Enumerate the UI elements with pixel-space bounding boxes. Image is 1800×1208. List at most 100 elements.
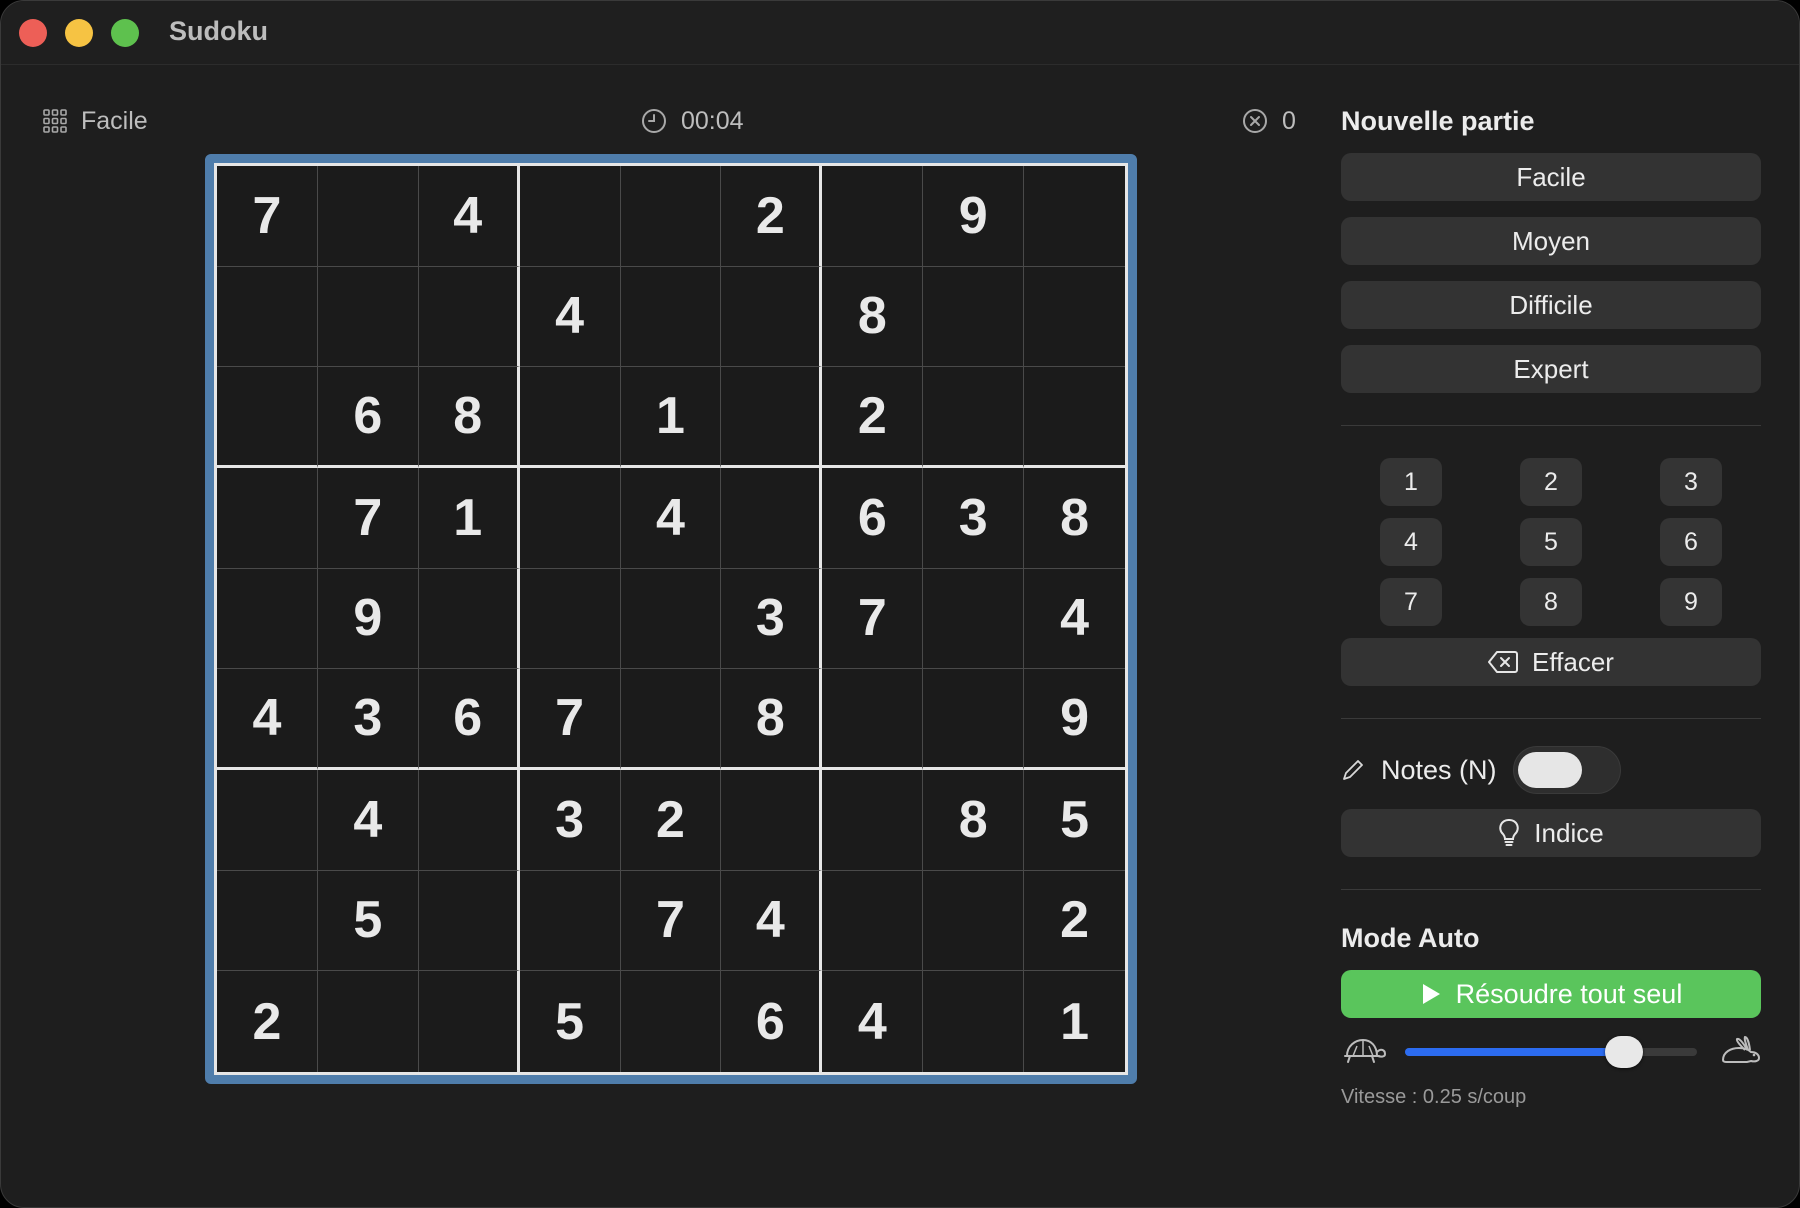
- sudoku-cell-r6c5[interactable]: [620, 669, 722, 770]
- sudoku-cell-r9c5[interactable]: [620, 971, 722, 1072]
- sudoku-cell-r2c1[interactable]: [217, 266, 318, 368]
- sudoku-cell-r6c8[interactable]: [923, 669, 1025, 770]
- sudoku-cell-r6c3[interactable]: 6: [418, 669, 520, 770]
- sudoku-cell-r6c1[interactable]: 4: [217, 669, 318, 770]
- auto-solve-button[interactable]: Résoudre tout seul: [1341, 970, 1761, 1018]
- sudoku-cell-r4c3[interactable]: 1: [418, 467, 520, 569]
- sudoku-cell-r9c1[interactable]: 2: [217, 971, 318, 1072]
- sudoku-cell-r2c8[interactable]: [923, 266, 1025, 368]
- sudoku-cell-r8c8[interactable]: [923, 870, 1025, 972]
- digit-button-1[interactable]: 1: [1380, 458, 1442, 506]
- sudoku-cell-r1c2[interactable]: [317, 166, 419, 267]
- sudoku-cell-r4c4[interactable]: [519, 467, 621, 569]
- sudoku-cell-r2c7[interactable]: 8: [822, 266, 924, 368]
- sudoku-cell-r5c7[interactable]: 7: [822, 568, 924, 670]
- sudoku-cell-r9c6[interactable]: 6: [721, 971, 823, 1072]
- sudoku-cell-r7c9[interactable]: 5: [1024, 769, 1125, 871]
- sudoku-cell-r3c4[interactable]: [519, 367, 621, 468]
- erase-button[interactable]: Effacer: [1341, 638, 1761, 686]
- sudoku-cell-r3c9[interactable]: [1024, 367, 1125, 468]
- sudoku-cell-r8c3[interactable]: [418, 870, 520, 972]
- new-game-medium-button[interactable]: Moyen: [1341, 217, 1761, 265]
- sudoku-cell-r9c8[interactable]: [923, 971, 1025, 1072]
- sudoku-cell-r1c8[interactable]: 9: [923, 166, 1025, 267]
- sudoku-cell-r9c4[interactable]: 5: [519, 971, 621, 1072]
- maximize-window-button[interactable]: [111, 19, 139, 47]
- minimize-window-button[interactable]: [65, 19, 93, 47]
- sudoku-cell-r2c2[interactable]: [317, 266, 419, 368]
- sudoku-cell-r8c7[interactable]: [822, 870, 924, 972]
- sudoku-cell-r9c9[interactable]: 1: [1024, 971, 1125, 1072]
- sudoku-cell-r8c1[interactable]: [217, 870, 318, 972]
- sudoku-cell-r4c8[interactable]: 3: [923, 467, 1025, 569]
- sudoku-cell-r8c6[interactable]: 4: [721, 870, 823, 972]
- sudoku-cell-r3c3[interactable]: 8: [418, 367, 520, 468]
- sudoku-cell-r7c7[interactable]: [822, 769, 924, 871]
- digit-button-6[interactable]: 6: [1660, 518, 1722, 566]
- sudoku-cell-r3c1[interactable]: [217, 367, 318, 468]
- sudoku-cell-r5c2[interactable]: 9: [317, 568, 419, 670]
- digit-button-3[interactable]: 3: [1660, 458, 1722, 506]
- sudoku-cell-r4c2[interactable]: 7: [317, 467, 419, 569]
- sudoku-cell-r7c5[interactable]: 2: [620, 769, 722, 871]
- sudoku-cell-r5c5[interactable]: [620, 568, 722, 670]
- sudoku-cell-r2c3[interactable]: [418, 266, 520, 368]
- sudoku-cell-r1c4[interactable]: [519, 166, 621, 267]
- sudoku-cell-r4c9[interactable]: 8: [1024, 467, 1125, 569]
- sudoku-cell-r3c5[interactable]: 1: [620, 367, 722, 468]
- sudoku-cell-r7c3[interactable]: [418, 769, 520, 871]
- sudoku-cell-r5c8[interactable]: [923, 568, 1025, 670]
- sudoku-cell-r7c2[interactable]: 4: [317, 769, 419, 871]
- sudoku-cell-r6c7[interactable]: [822, 669, 924, 770]
- sudoku-cell-r6c9[interactable]: 9: [1024, 669, 1125, 770]
- sudoku-cell-r3c2[interactable]: 6: [317, 367, 419, 468]
- sudoku-cell-r7c6[interactable]: [721, 769, 823, 871]
- sudoku-cell-r2c9[interactable]: [1024, 266, 1125, 368]
- new-game-expert-button[interactable]: Expert: [1341, 345, 1761, 393]
- sudoku-cell-r3c8[interactable]: [923, 367, 1025, 468]
- digit-button-9[interactable]: 9: [1660, 578, 1722, 626]
- sudoku-cell-r4c7[interactable]: 6: [822, 467, 924, 569]
- sudoku-cell-r5c3[interactable]: [418, 568, 520, 670]
- sudoku-cell-r5c9[interactable]: 4: [1024, 568, 1125, 670]
- sudoku-cell-r1c5[interactable]: [620, 166, 722, 267]
- sudoku-cell-r6c4[interactable]: 7: [519, 669, 621, 770]
- sudoku-cell-r8c2[interactable]: 5: [317, 870, 419, 972]
- sudoku-cell-r7c4[interactable]: 3: [519, 769, 621, 871]
- sudoku-cell-r8c5[interactable]: 7: [620, 870, 722, 972]
- new-game-easy-button[interactable]: Facile: [1341, 153, 1761, 201]
- sudoku-cell-r2c6[interactable]: [721, 266, 823, 368]
- sudoku-cell-r4c5[interactable]: 4: [620, 467, 722, 569]
- digit-button-7[interactable]: 7: [1380, 578, 1442, 626]
- digit-button-8[interactable]: 8: [1520, 578, 1582, 626]
- sudoku-cell-r4c6[interactable]: [721, 467, 823, 569]
- sudoku-cell-r2c5[interactable]: [620, 266, 722, 368]
- sudoku-cell-r1c3[interactable]: 4: [418, 166, 520, 267]
- sudoku-cell-r3c7[interactable]: 2: [822, 367, 924, 468]
- sudoku-cell-r7c8[interactable]: 8: [923, 769, 1025, 871]
- speed-slider-knob[interactable]: [1605, 1036, 1643, 1068]
- hint-button[interactable]: Indice: [1341, 809, 1761, 857]
- sudoku-cell-r5c4[interactable]: [519, 568, 621, 670]
- sudoku-cell-r3c6[interactable]: [721, 367, 823, 468]
- sudoku-cell-r8c9[interactable]: 2: [1024, 870, 1125, 972]
- sudoku-cell-r5c6[interactable]: 3: [721, 568, 823, 670]
- sudoku-cell-r4c1[interactable]: [217, 467, 318, 569]
- notes-toggle[interactable]: [1512, 746, 1621, 794]
- sudoku-cell-r8c4[interactable]: [519, 870, 621, 972]
- digit-button-2[interactable]: 2: [1520, 458, 1582, 506]
- sudoku-cell-r7c1[interactable]: [217, 769, 318, 871]
- new-game-hard-button[interactable]: Difficile: [1341, 281, 1761, 329]
- sudoku-cell-r5c1[interactable]: [217, 568, 318, 670]
- digit-button-5[interactable]: 5: [1520, 518, 1582, 566]
- sudoku-cell-r9c7[interactable]: 4: [822, 971, 924, 1072]
- digit-button-4[interactable]: 4: [1380, 518, 1442, 566]
- sudoku-cell-r1c7[interactable]: [822, 166, 924, 267]
- sudoku-cell-r9c2[interactable]: [317, 971, 419, 1072]
- sudoku-cell-r2c4[interactable]: 4: [519, 266, 621, 368]
- sudoku-cell-r9c3[interactable]: [418, 971, 520, 1072]
- sudoku-cell-r6c2[interactable]: 3: [317, 669, 419, 770]
- close-window-button[interactable]: [19, 19, 47, 47]
- sudoku-cell-r1c9[interactable]: [1024, 166, 1125, 267]
- sudoku-cell-r6c6[interactable]: 8: [721, 669, 823, 770]
